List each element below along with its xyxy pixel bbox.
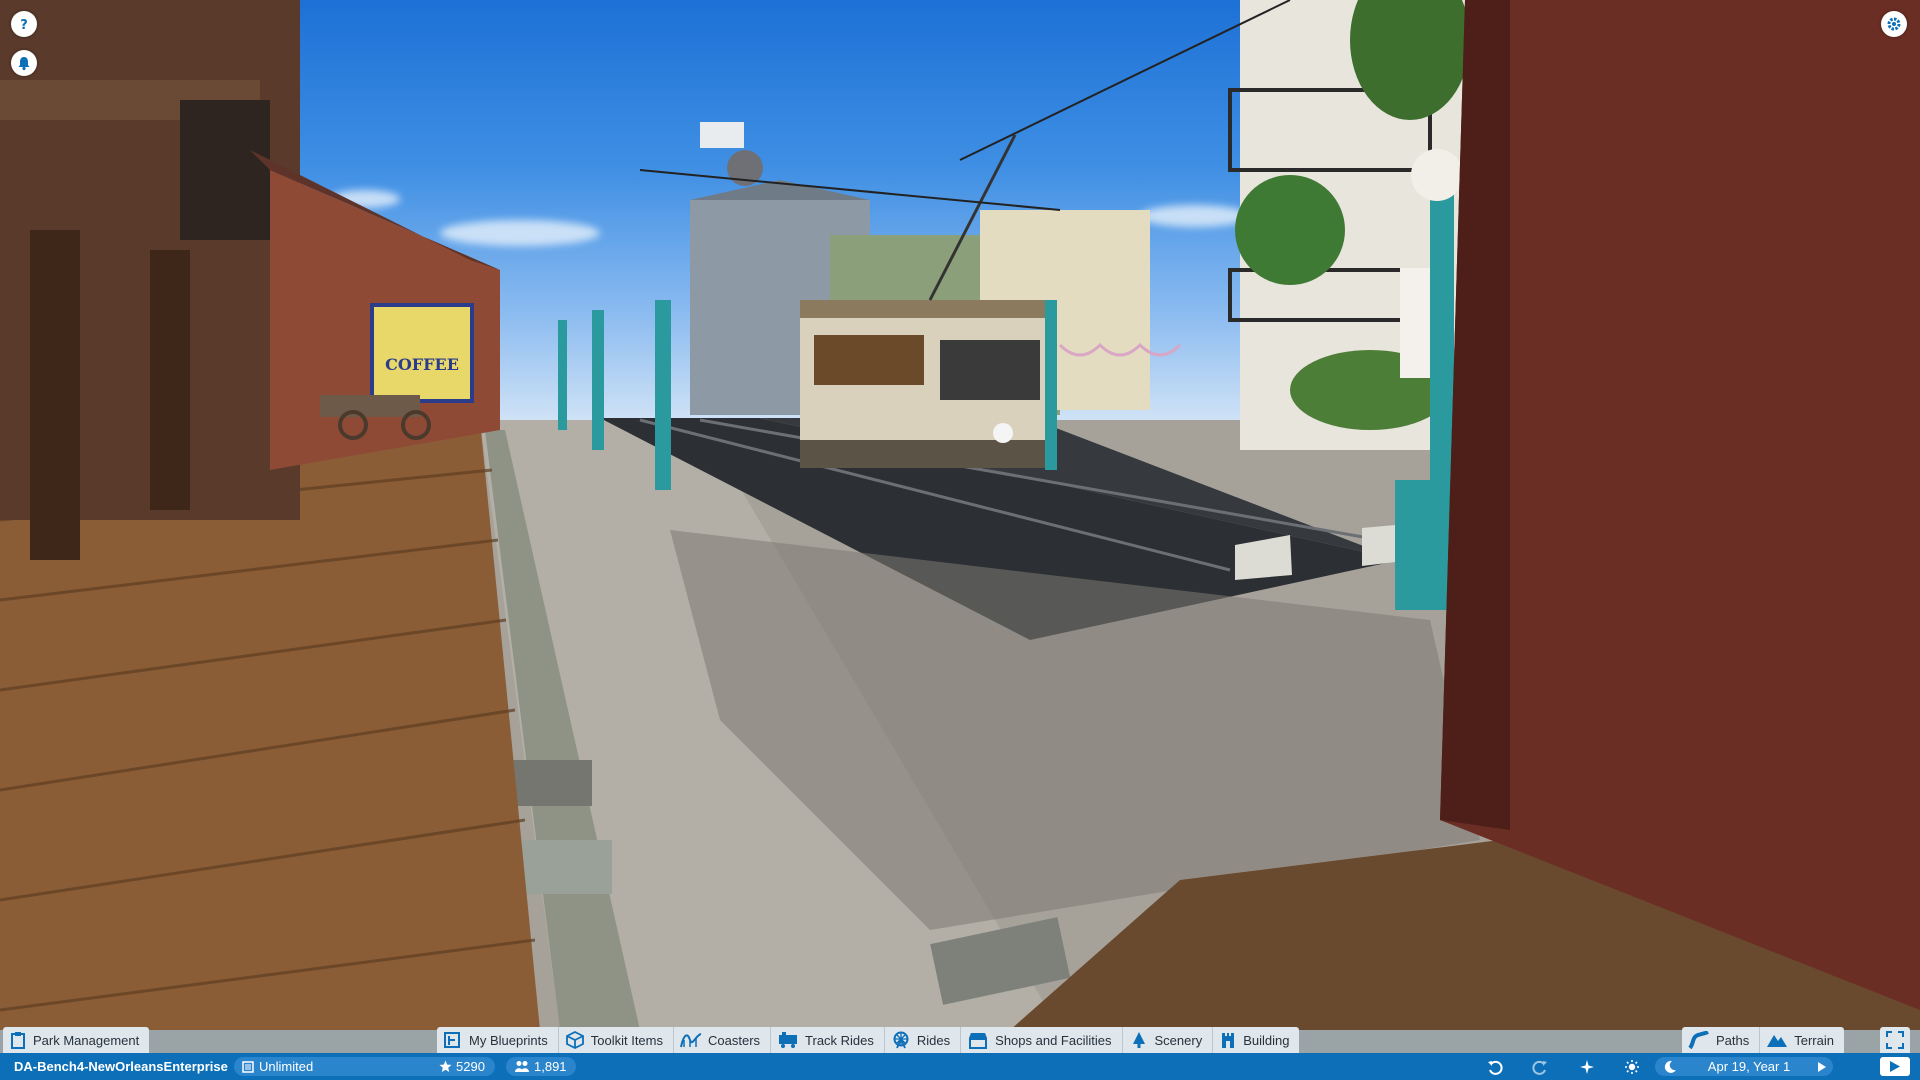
play-icon	[1890, 1061, 1900, 1072]
toolbar-left-group: Park Management	[3, 1027, 150, 1053]
undo-icon	[1488, 1060, 1503, 1075]
help-icon: ?	[20, 18, 28, 31]
guests-icon	[515, 1061, 529, 1072]
path-icon	[1688, 1031, 1709, 1049]
coffee-sign-text: COFFEE	[385, 355, 459, 374]
moon-icon	[1664, 1060, 1676, 1073]
park-name: DA-Bench4-NewOrleansEnterprise	[14, 1059, 228, 1074]
undo-button[interactable]	[1485, 1057, 1505, 1076]
money-value: Unlimited	[259, 1059, 314, 1074]
help-button[interactable]: ?	[11, 11, 37, 37]
track-rides-label: Track Rides	[805, 1032, 874, 1048]
rides-button[interactable]: Rides	[885, 1027, 962, 1053]
tree-icon	[1132, 1032, 1145, 1048]
day-night-button[interactable]	[1622, 1057, 1642, 1076]
play-speed-button[interactable]	[1880, 1057, 1910, 1076]
status-bar: DA-Bench4-NewOrleansEnterprise Unlimited…	[0, 1053, 1920, 1080]
money-display[interactable]: Unlimited	[234, 1057, 454, 1076]
bottom-toolbar: Park Management My Blueprints Toolkit It…	[0, 1027, 1920, 1053]
clipboard-icon	[11, 1032, 25, 1049]
svg-text:?: ?	[20, 18, 28, 31]
streetcar	[800, 134, 1050, 468]
wooden-cart	[320, 395, 420, 417]
my-blueprints-label: My Blueprints	[469, 1032, 548, 1048]
park-management-button[interactable]: Park Management	[3, 1027, 149, 1053]
toolkit-items-label: Toolkit Items	[590, 1032, 663, 1048]
terrain-label: Terrain	[1794, 1032, 1834, 1048]
mountain-icon	[1767, 1035, 1788, 1047]
tower-icon	[1222, 1033, 1235, 1048]
settings-button[interactable]	[1881, 11, 1907, 37]
scenery-label: Scenery	[1154, 1032, 1203, 1048]
shop-icon	[969, 1033, 988, 1049]
toolbar-expand-group	[1880, 1027, 1910, 1053]
toolkit-items-button[interactable]: Toolkit Items	[559, 1027, 674, 1053]
toolbar-center-group: My Blueprints Toolkit Items Coasters Tra…	[437, 1027, 1300, 1053]
coasters-label: Coasters	[708, 1032, 761, 1048]
rides-label: Rides	[916, 1032, 951, 1048]
date-value: Apr 19, Year 1	[1707, 1059, 1791, 1074]
sparkle-icon	[1580, 1059, 1594, 1074]
my-blueprints-button[interactable]: My Blueprints	[437, 1027, 559, 1053]
guest-count[interactable]: 1,891	[506, 1057, 576, 1076]
guests-value: 1,891	[534, 1059, 567, 1074]
toolbar-right-group: Paths Terrain	[1682, 1027, 1844, 1053]
star-icon	[439, 1060, 452, 1072]
coasters-button[interactable]: Coasters	[674, 1027, 772, 1053]
finance-icon	[242, 1060, 254, 1073]
street-scene: COFFEE	[0, 0, 1920, 1030]
coffee-sign	[370, 303, 474, 403]
scenery-button[interactable]: Scenery	[1123, 1027, 1214, 1053]
redo-button[interactable]	[1530, 1057, 1550, 1076]
porch-post	[30, 230, 80, 560]
park-rating[interactable]: 5290	[431, 1057, 495, 1076]
building-label: Building	[1243, 1032, 1290, 1048]
bell-icon	[18, 57, 30, 71]
terrain-button[interactable]: Terrain	[1760, 1027, 1844, 1053]
cube-icon	[565, 1031, 584, 1049]
date-forward-icon	[1818, 1061, 1826, 1072]
fullscreen-icon[interactable]	[1886, 1031, 1904, 1049]
gear-icon	[1887, 17, 1901, 31]
paths-label: Paths	[1716, 1032, 1750, 1048]
track-rides-button[interactable]: Track Rides	[771, 1027, 885, 1053]
train-icon	[779, 1032, 798, 1048]
shops-and-facilities-button[interactable]: Shops and Facilities	[961, 1027, 1123, 1053]
hanging-plants	[1235, 175, 1345, 285]
sun-cycle-icon	[1625, 1059, 1639, 1074]
camera-button[interactable]	[1577, 1057, 1597, 1076]
shops-and-facilities-label: Shops and Facilities	[995, 1032, 1112, 1048]
date-display: Apr 19, Year 1	[1655, 1057, 1833, 1076]
coaster-icon	[680, 1033, 702, 1048]
park-management-label: Park Management	[33, 1032, 140, 1048]
building-button[interactable]: Building	[1213, 1027, 1299, 1053]
notifications-button[interactable]	[11, 50, 37, 76]
game-viewport[interactable]: COFFEE	[0, 0, 1920, 1080]
blueprint-icon	[444, 1032, 460, 1048]
rating-value: 5290	[456, 1059, 485, 1074]
paths-button[interactable]: Paths	[1682, 1027, 1761, 1053]
ferris-wheel-icon	[893, 1031, 909, 1049]
redo-icon	[1532, 1060, 1547, 1075]
flag	[700, 122, 744, 148]
bollard	[1362, 525, 1395, 566]
